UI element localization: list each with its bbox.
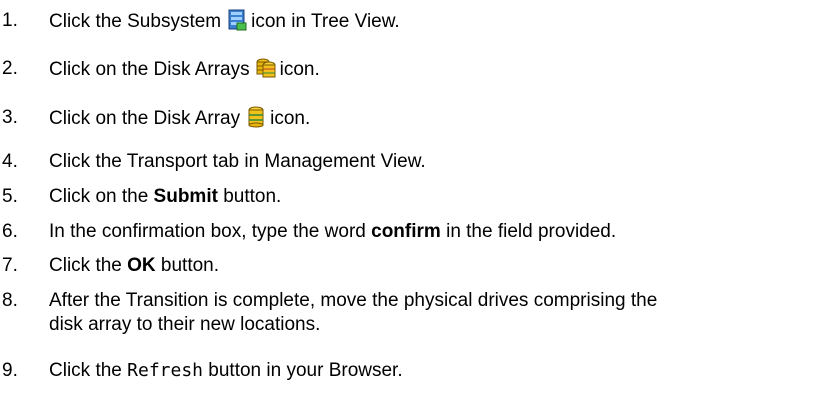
step-number: 3. bbox=[2, 107, 18, 128]
step-number: 8. bbox=[2, 290, 18, 311]
instruction-list: 1. Click the Subsystem icon in Tree View… bbox=[0, 0, 825, 393]
step-text: In the confirmation box, type the word c… bbox=[49, 221, 617, 242]
step-number: 4. bbox=[2, 151, 18, 172]
step-text: Click the Subsystem icon in Tree View. bbox=[49, 9, 400, 32]
step-text: Click on the Disk Arrays icon. bbox=[49, 57, 320, 80]
step-number: 5. bbox=[2, 186, 18, 207]
step-number: 1. bbox=[2, 10, 18, 31]
step-text: Click on the Disk Array icon. bbox=[49, 106, 311, 129]
step-text: Click on the Submit button. bbox=[49, 186, 282, 207]
step-number: 7. bbox=[2, 255, 18, 276]
step-text: After the Transition is complete, move t… bbox=[49, 290, 658, 335]
step-text: Click the Refresh button in your Browser… bbox=[49, 360, 403, 381]
disk-array-icon bbox=[246, 106, 266, 128]
step-number: 2. bbox=[2, 58, 18, 79]
step-text: Click the OK button. bbox=[49, 255, 220, 276]
subsystem-icon bbox=[227, 9, 247, 31]
step-number: 6. bbox=[2, 221, 18, 242]
disk-arrays-icon bbox=[256, 57, 276, 79]
step-number: 9. bbox=[2, 360, 18, 381]
step-text: Click the Transport tab in Management Vi… bbox=[49, 151, 426, 172]
